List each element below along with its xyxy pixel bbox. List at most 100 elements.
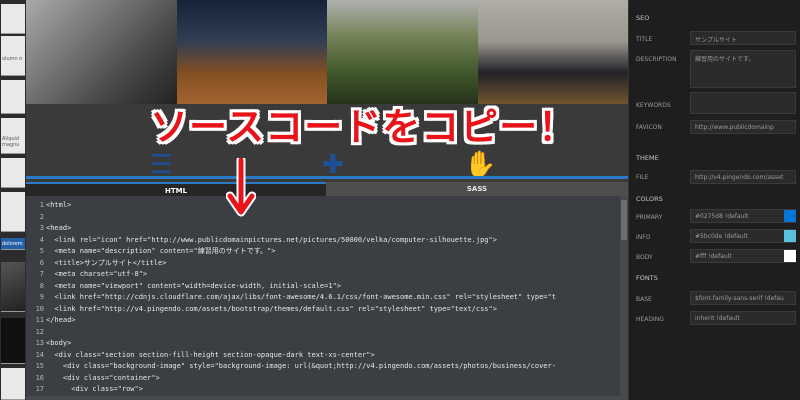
line-number: 9 bbox=[39, 293, 44, 301]
heading-font-input[interactable]: inherit !default bbox=[690, 311, 796, 325]
line-number: 1 bbox=[39, 201, 44, 209]
code-text: <title>サンプルサイト</title> bbox=[46, 258, 167, 267]
section-theme: THEME bbox=[636, 154, 659, 162]
thumbnail-8[interactable] bbox=[1, 262, 25, 312]
arrow-down-icon bbox=[226, 158, 256, 217]
line-number: 2 bbox=[39, 212, 44, 221]
hero-overlay bbox=[26, 0, 628, 104]
thumbnail-10[interactable] bbox=[1, 368, 25, 400]
code-text: <meta name="viewport" content="width=dev… bbox=[46, 281, 342, 290]
code-line[interactable]: 6 <title>サンプルサイト</title> bbox=[26, 258, 620, 270]
code-text: <div class="section section-fill-height … bbox=[46, 350, 375, 359]
code-line[interactable]: 8 <meta name="viewport" content="width=d… bbox=[26, 281, 620, 293]
code-line[interactable]: 17 <div class="row"> bbox=[26, 384, 620, 396]
line-number: 4 bbox=[39, 235, 44, 244]
code-text: <link href="http://v4.pingendo.com/asset… bbox=[46, 304, 497, 313]
code-line[interactable]: 4 <link rel="icon" href="http://www.publ… bbox=[26, 235, 620, 247]
line-number: 14 bbox=[35, 350, 44, 359]
code-line[interactable]: 10 <link href="http://v4.pingendo.com/as… bbox=[26, 304, 620, 316]
base-font-input[interactable]: $font-family-sans-serif !defau bbox=[690, 291, 796, 305]
thumbnail-7[interactable]: dolorem bbox=[1, 238, 25, 250]
file-label: FILE bbox=[636, 174, 649, 181]
line-number: 17 bbox=[35, 385, 44, 393]
code-text: <html> bbox=[46, 201, 72, 209]
code-text: <div class="row"> bbox=[46, 385, 143, 393]
code-line[interactable]: 16 <div class="container"> bbox=[26, 373, 620, 385]
thumbnail-5[interactable] bbox=[1, 158, 25, 188]
favicon-label: FAVICON bbox=[636, 124, 662, 131]
thumbnail-2[interactable]: olumn n bbox=[1, 36, 25, 76]
horizontal-scrollbar[interactable] bbox=[26, 396, 620, 400]
line-number: 16 bbox=[35, 373, 44, 382]
code-line[interactable]: 15 <div class="background-image" style="… bbox=[26, 361, 620, 373]
line-number: 13 bbox=[35, 339, 44, 347]
code-line[interactable]: 3 <head> bbox=[26, 223, 620, 235]
code-text: <head> bbox=[46, 224, 72, 232]
description-input[interactable]: 練習用のサイトです。 bbox=[690, 50, 796, 88]
vertical-scrollbar-thumb[interactable] bbox=[621, 200, 627, 240]
info-label: INFO bbox=[636, 234, 651, 241]
body-color-input[interactable]: #fff !default bbox=[690, 249, 796, 263]
thumbnail-1[interactable] bbox=[1, 4, 25, 34]
thumbnail-4-label: Aliquid magnu bbox=[2, 136, 20, 148]
line-number: 7 bbox=[39, 270, 44, 278]
code-text: <body> bbox=[46, 339, 72, 347]
keywords-label: KEYWORDS bbox=[636, 102, 671, 109]
code-line[interactable]: 2 bbox=[26, 212, 620, 224]
vertical-scrollbar[interactable] bbox=[620, 196, 628, 400]
keywords-input[interactable] bbox=[690, 92, 796, 114]
thumbnail-7-label: dolorem bbox=[2, 241, 23, 247]
line-number: 15 bbox=[35, 362, 44, 370]
section-colors: COLORS bbox=[636, 195, 663, 203]
info-color-swatch[interactable] bbox=[784, 230, 796, 242]
primary-label: PRIMARY bbox=[636, 214, 663, 221]
code-area[interactable]: 1 <html> 2 3 <head> 4 <link rel="icon" href="… bbox=[26, 200, 620, 400]
code-line[interactable]: 5 <meta name="description" content="練習用の… bbox=[26, 246, 620, 258]
code-text: <link href="http://cdnjs.cloudflare.com/… bbox=[46, 293, 556, 301]
base-label: BASE bbox=[636, 296, 652, 303]
favicon-input[interactable]: http://www.publicdomainp bbox=[690, 120, 796, 134]
code-text: <meta name="description" content="練習用のサイ… bbox=[46, 247, 276, 255]
line-number: 11 bbox=[35, 316, 44, 324]
panel-divider bbox=[628, 0, 629, 400]
line-number: 8 bbox=[39, 281, 44, 290]
annotation-copy-source: ソースコードをコピー！ bbox=[150, 105, 578, 149]
page-preview[interactable]: ☰ ✚ ✋ bbox=[26, 0, 628, 182]
app-window: olumn n Aliquid magnu dolorem ☰ ✚ ✋ HTML… bbox=[0, 0, 800, 400]
code-editor[interactable]: HTML SASS 1 <html> 2 3 <head> 4 <link rel="ic… bbox=[26, 182, 628, 400]
page-thumbnails-strip[interactable]: olumn n Aliquid magnu dolorem bbox=[0, 0, 26, 400]
code-line[interactable]: 11 </head> bbox=[26, 315, 620, 327]
settings-panel: SEO TITLE サンプルサイト DESCRIPTION 練習用のサイトです。… bbox=[628, 0, 800, 400]
body-color-swatch[interactable] bbox=[784, 250, 796, 262]
description-label: DESCRIPTION bbox=[636, 56, 677, 63]
info-color-input[interactable]: #5bc0de !default bbox=[690, 229, 796, 243]
code-line[interactable]: 9 <link href="http://cdnjs.cloudflare.co… bbox=[26, 292, 620, 304]
code-line[interactable]: 14 <div class="section section-fill-heig… bbox=[26, 350, 620, 362]
code-line[interactable]: 12 bbox=[26, 327, 620, 339]
code-line[interactable]: 7 <meta charset="utf-8"> bbox=[26, 269, 620, 281]
title-label: TITLE bbox=[636, 36, 653, 43]
thumbnail-4[interactable]: Aliquid magnu bbox=[1, 118, 25, 154]
thumbnail-2-label: olumn n bbox=[2, 56, 23, 62]
file-input[interactable]: http://v4.pingendo.com/asset bbox=[690, 170, 796, 184]
code-text: <link rel="icon" href="http://www.public… bbox=[46, 235, 497, 244]
preview-divider bbox=[26, 176, 628, 179]
section-seo: SEO bbox=[636, 14, 650, 22]
code-text: <div class="background-image" style="bac… bbox=[46, 362, 556, 370]
title-input[interactable]: サンプルサイト bbox=[690, 31, 796, 45]
thumbnail-9[interactable] bbox=[1, 318, 25, 364]
tab-html[interactable]: HTML bbox=[26, 182, 326, 196]
line-number: 6 bbox=[39, 258, 44, 267]
tab-sass[interactable]: SASS bbox=[326, 182, 628, 196]
code-line[interactable]: 13 <body> bbox=[26, 338, 620, 350]
thumbnail-3[interactable] bbox=[1, 80, 25, 114]
line-number: 10 bbox=[35, 304, 44, 313]
primary-color-input[interactable]: #0275d8 !default bbox=[690, 209, 796, 223]
thumbnail-6[interactable] bbox=[1, 192, 25, 232]
code-text: <div class="container"> bbox=[46, 373, 160, 382]
code-line[interactable]: 1 <html> bbox=[26, 200, 620, 212]
primary-color-swatch[interactable] bbox=[784, 210, 796, 222]
editor-tabs: HTML SASS bbox=[26, 182, 628, 196]
line-number: 3 bbox=[39, 224, 44, 232]
code-text: <meta charset="utf-8"> bbox=[46, 270, 148, 278]
